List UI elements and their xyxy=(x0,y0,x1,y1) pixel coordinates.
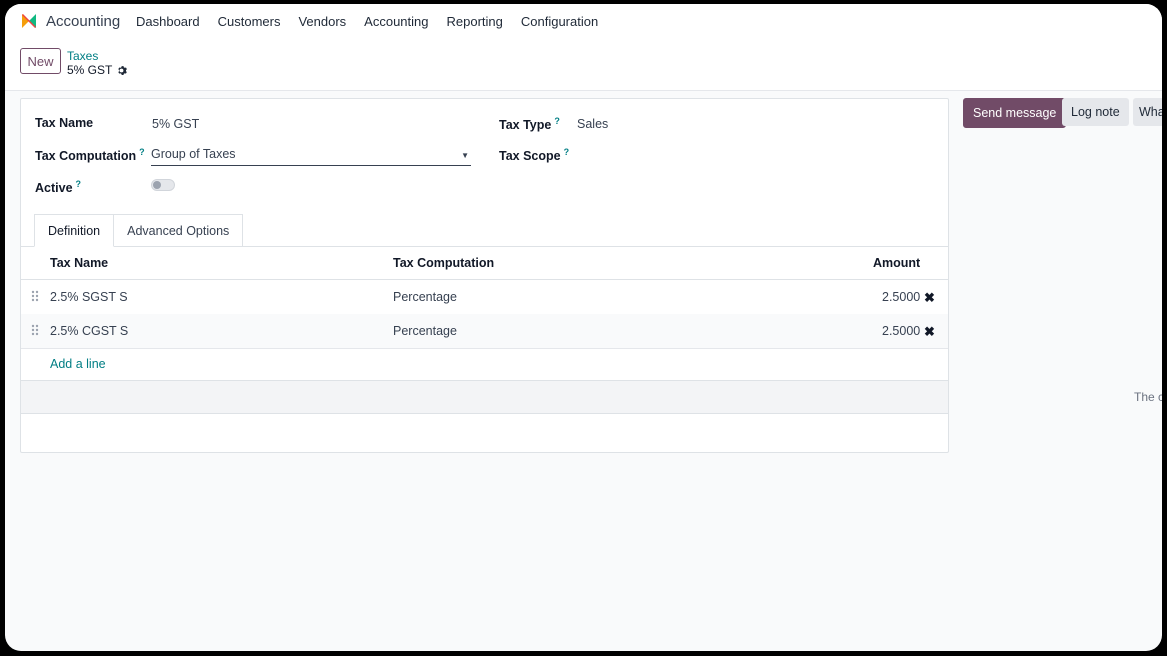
control-panel: New Taxes 5% GST xyxy=(5,40,1162,91)
help-icon[interactable]: ? xyxy=(139,147,145,157)
table-row[interactable]: 2.5% SGST S Percentage 2.5000 ✖ xyxy=(21,280,948,315)
help-icon[interactable]: ? xyxy=(554,116,560,126)
row-tax-computation: Percentage xyxy=(393,324,457,338)
menu-vendors[interactable]: Vendors xyxy=(298,14,346,29)
drag-handle-icon[interactable] xyxy=(31,324,39,336)
row-tax-name: 2.5% SGST S xyxy=(50,290,128,304)
delete-row-icon[interactable]: ✖ xyxy=(924,290,935,306)
menu-accounting[interactable]: Accounting xyxy=(364,14,428,29)
tab-advanced-options[interactable]: Advanced Options xyxy=(114,214,244,246)
add-line-link[interactable]: Add a line xyxy=(50,357,106,371)
menu-dashboard[interactable]: Dashboard xyxy=(136,14,200,29)
tax-name-field[interactable]: 5% GST xyxy=(152,117,199,131)
row-amount: 2.5000 xyxy=(882,324,921,338)
help-icon[interactable]: ? xyxy=(76,179,82,189)
new-button[interactable]: New xyxy=(20,48,61,74)
active-label: Active? xyxy=(35,179,81,195)
whatsapp-button[interactable]: Wha xyxy=(1133,98,1162,126)
active-toggle[interactable] xyxy=(151,179,175,191)
table-header: Tax Name Tax Computation Amount xyxy=(21,247,948,280)
drag-handle-icon[interactable] xyxy=(31,290,39,302)
table-empty-row xyxy=(21,380,948,414)
tax-type-field[interactable]: Sales xyxy=(577,117,608,131)
app-name[interactable]: Accounting xyxy=(46,13,120,30)
gear-icon[interactable] xyxy=(116,65,128,76)
tab-definition[interactable]: Definition xyxy=(34,214,115,247)
help-icon[interactable]: ? xyxy=(564,147,570,157)
tax-name-label: Tax Name xyxy=(35,116,94,130)
accounting-app-icon[interactable] xyxy=(20,12,38,30)
top-navbar: Accounting Dashboard Customers Vendors A… xyxy=(5,4,1162,40)
breadcrumb-taxes-link[interactable]: Taxes xyxy=(67,49,98,63)
tax-type-label: Tax Type? xyxy=(499,116,560,132)
toggle-knob xyxy=(153,181,161,189)
row-tax-name: 2.5% CGST S xyxy=(50,324,129,338)
breadcrumb-current: 5% GST xyxy=(67,63,128,77)
row-tax-computation: Percentage xyxy=(393,290,457,304)
tax-computation-select[interactable]: Group of Taxes ▼ xyxy=(151,147,471,166)
form-sheet: Tax Name 5% GST Tax Computation? Group o… xyxy=(20,98,949,453)
tax-computation-label-text: Tax Computation xyxy=(35,149,137,164)
main-menu: Dashboard Customers Vendors Accounting R… xyxy=(136,14,616,29)
app-window: Accounting Dashboard Customers Vendors A… xyxy=(5,4,1162,651)
column-tax-computation[interactable]: Tax Computation xyxy=(393,256,494,270)
column-amount[interactable]: Amount xyxy=(873,256,920,270)
delete-row-icon[interactable]: ✖ xyxy=(924,324,935,340)
active-label-text: Active xyxy=(35,181,73,196)
caret-down-icon: ▼ xyxy=(461,151,469,160)
notebook-tabs: Definition Advanced Options xyxy=(34,214,244,247)
breadcrumb-current-label: 5% GST xyxy=(67,63,113,77)
tax-computation-value: Group of Taxes xyxy=(151,147,236,161)
tax-scope-label: Tax Scope? xyxy=(499,147,569,163)
row-amount: 2.5000 xyxy=(882,290,921,304)
menu-reporting[interactable]: Reporting xyxy=(447,14,503,29)
menu-configuration[interactable]: Configuration xyxy=(521,14,598,29)
menu-customers[interactable]: Customers xyxy=(218,14,281,29)
log-note-button[interactable]: Log note xyxy=(1062,98,1129,126)
column-tax-name[interactable]: Tax Name xyxy=(50,256,108,270)
chatter-empty-text: The c xyxy=(1134,390,1162,404)
send-message-button[interactable]: Send message xyxy=(963,98,1067,128)
tax-computation-label: Tax Computation? xyxy=(35,147,145,163)
table-row[interactable]: 2.5% CGST S Percentage 2.5000 ✖ xyxy=(21,314,948,349)
tax-type-label-text: Tax Type xyxy=(499,118,552,133)
tax-scope-label-text: Tax Scope xyxy=(499,149,561,164)
